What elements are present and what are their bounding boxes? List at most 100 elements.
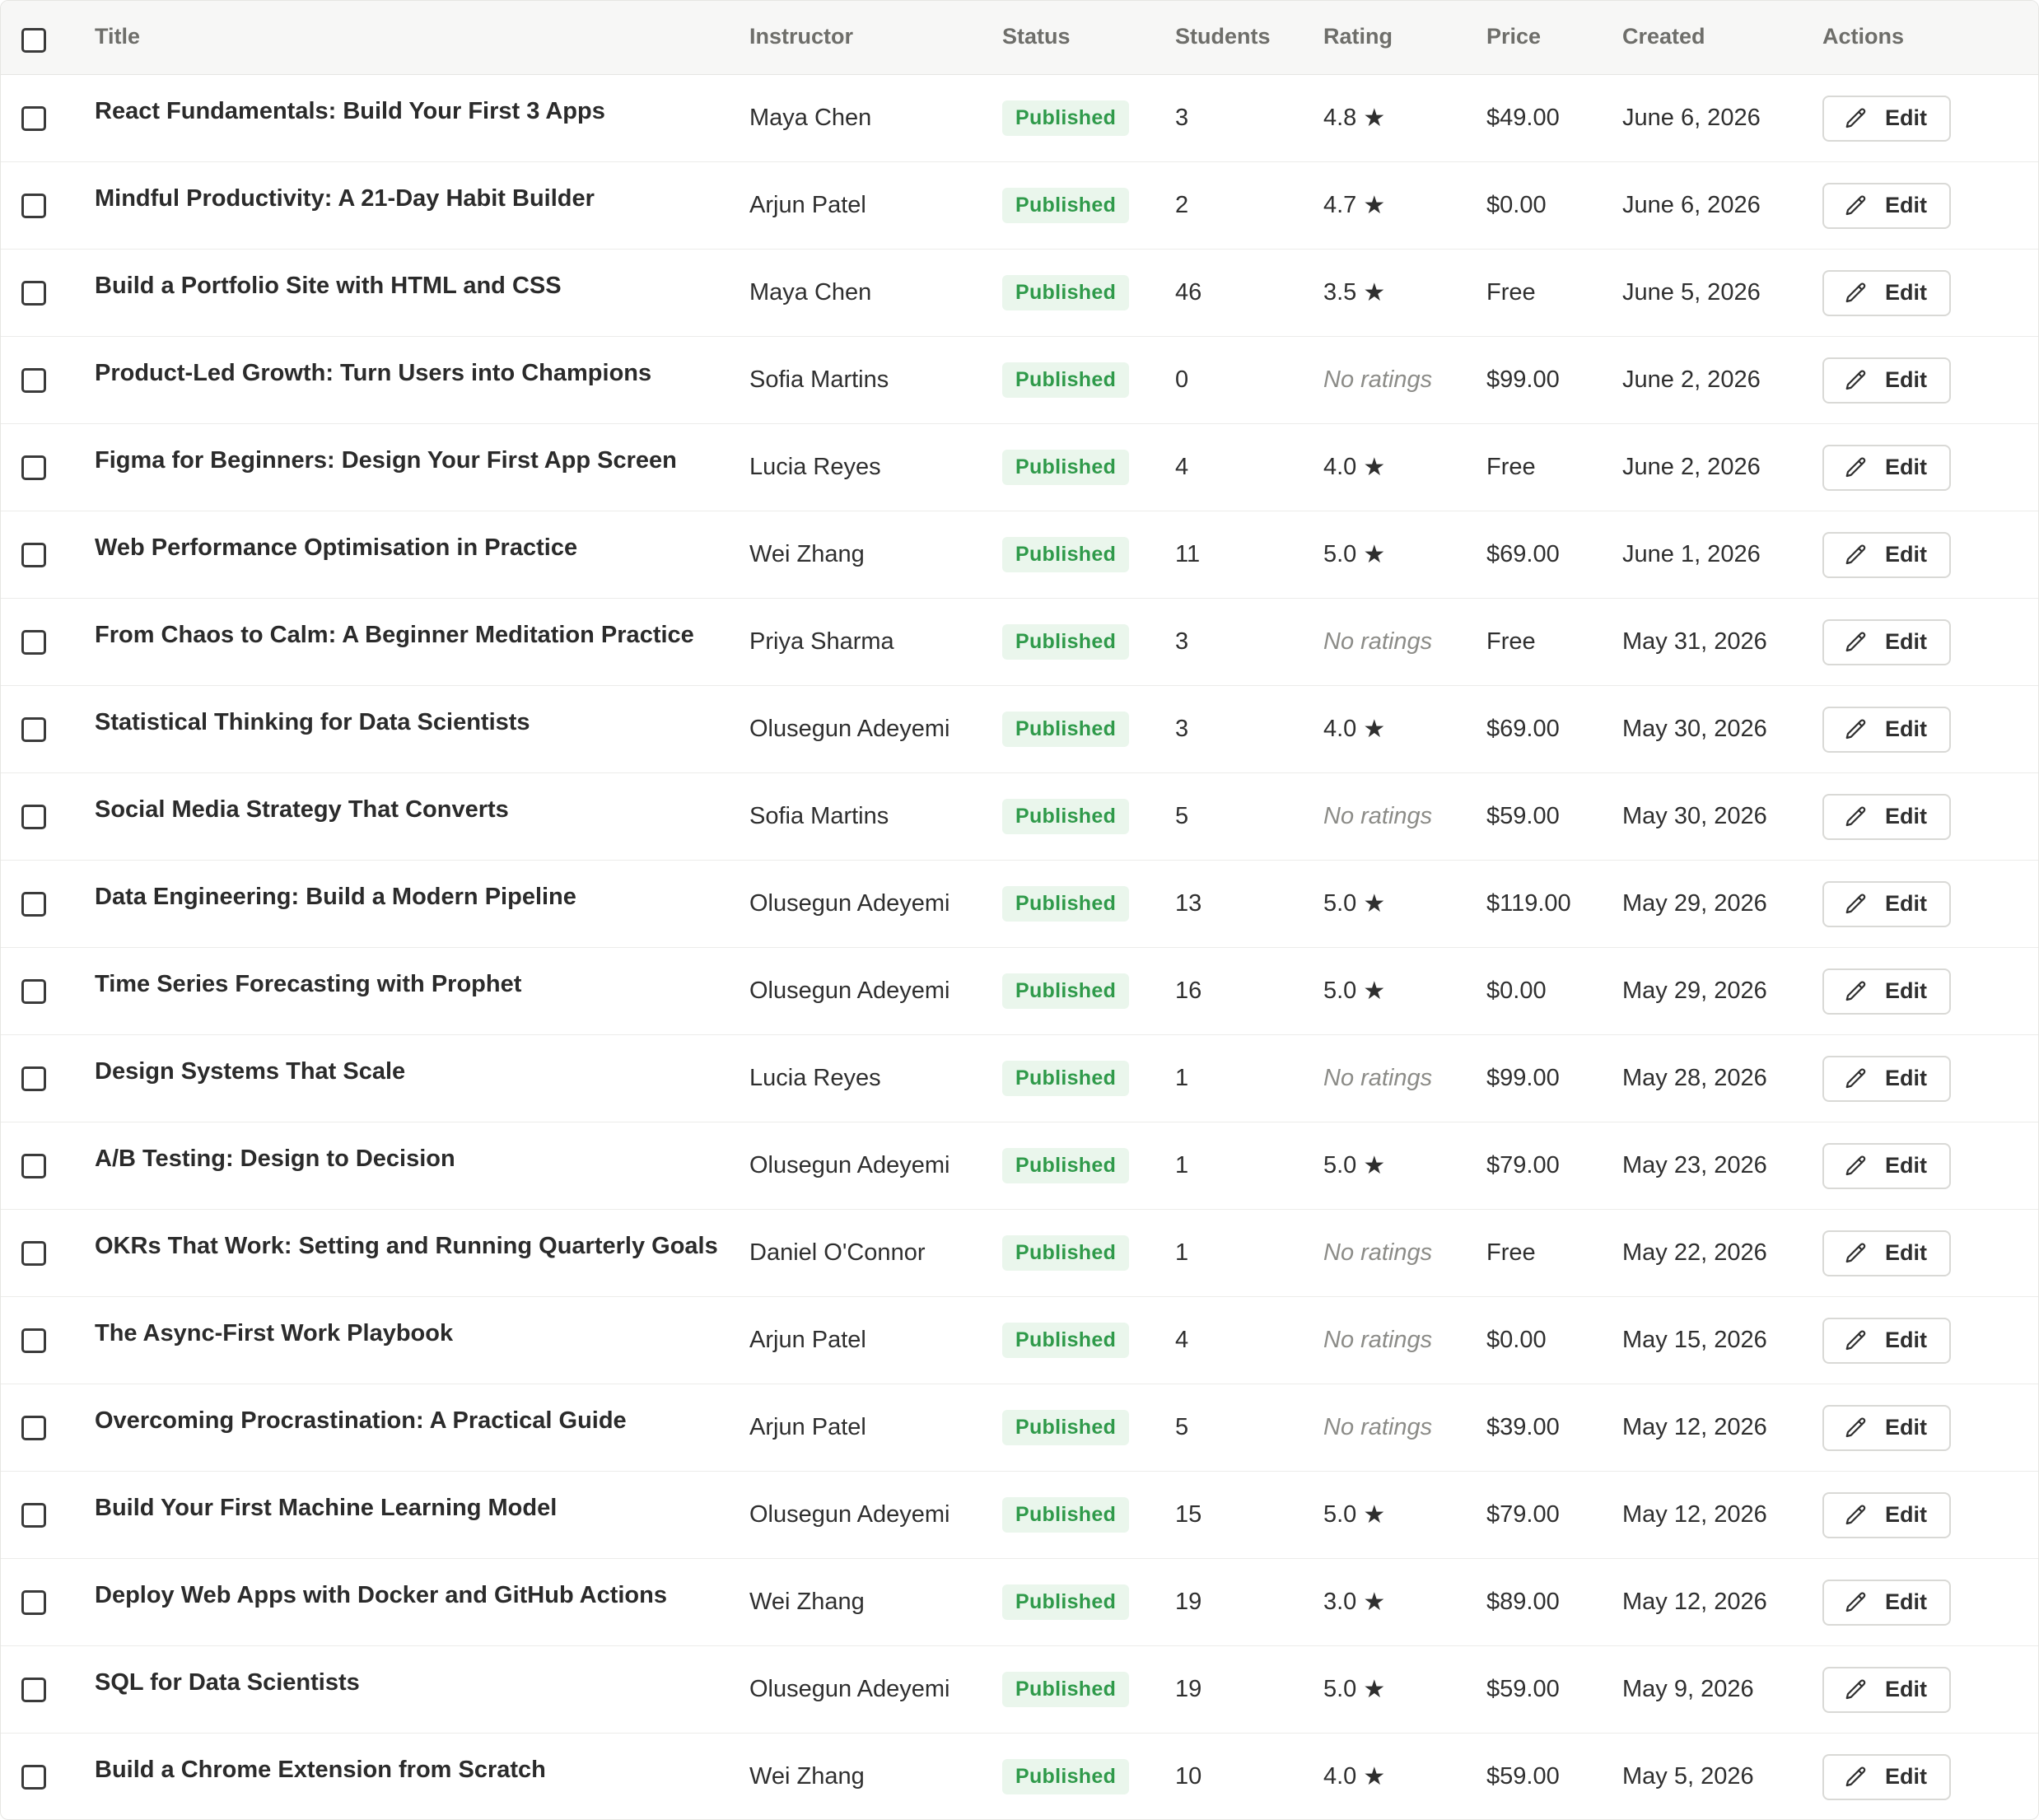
row-checkbox[interactable] xyxy=(21,629,46,655)
edit-button[interactable]: Edit xyxy=(1822,531,1951,578)
course-title[interactable]: From Chaos to Calm: A Beginner Meditatio… xyxy=(95,592,694,679)
status-cell: Published xyxy=(1002,1559,1130,1645)
edit-button[interactable]: Edit xyxy=(1822,1142,1951,1189)
star-icon: ★ xyxy=(1363,977,1386,1005)
rating-cell: 5.0 ★ xyxy=(1323,511,1385,598)
edit-button[interactable]: Edit xyxy=(1822,1055,1951,1102)
row-select-cell xyxy=(21,861,49,947)
rating-value: 5.0 xyxy=(1323,541,1357,567)
row-checkbox[interactable] xyxy=(21,1066,46,1091)
table-row: Mindful Productivity: A 21-Day Habit Bui… xyxy=(1,162,2038,250)
header-students[interactable]: Students xyxy=(1175,24,1271,49)
row-checkbox[interactable] xyxy=(21,280,46,306)
edit-button[interactable]: Edit xyxy=(1822,880,1951,927)
edit-button[interactable]: Edit xyxy=(1822,1753,1951,1800)
edit-button[interactable]: Edit xyxy=(1822,444,1951,491)
edit-button[interactable]: Edit xyxy=(1822,618,1951,665)
edit-button[interactable]: Edit xyxy=(1822,1230,1951,1276)
edit-button[interactable]: Edit xyxy=(1822,269,1951,316)
course-title[interactable]: The Async-First Work Playbook xyxy=(95,1290,453,1377)
course-title[interactable]: Product-Led Growth: Turn Users into Cham… xyxy=(95,330,651,417)
course-title[interactable]: Build a Portfolio Site with HTML and CSS xyxy=(95,243,562,329)
row-checkbox[interactable] xyxy=(21,1502,46,1528)
edit-button[interactable]: Edit xyxy=(1822,968,1951,1015)
row-checkbox[interactable] xyxy=(21,1415,46,1440)
rating-value-wrap: 5.0 ★ xyxy=(1323,890,1385,917)
row-checkbox[interactable] xyxy=(21,1764,46,1790)
course-title[interactable]: Deploy Web Apps with Docker and GitHub A… xyxy=(95,1552,667,1639)
header-rating[interactable]: Rating xyxy=(1323,24,1393,49)
row-checkbox[interactable] xyxy=(21,1677,46,1702)
edit-button[interactable]: Edit xyxy=(1822,1404,1951,1451)
course-title[interactable]: Web Performance Optimisation in Practice xyxy=(95,505,577,591)
course-title[interactable]: SQL for Data Scientists xyxy=(95,1640,360,1726)
no-ratings-text: No ratings xyxy=(1323,1065,1433,1091)
row-checkbox[interactable] xyxy=(21,367,46,393)
course-students: 4 xyxy=(1175,454,1189,480)
header-status[interactable]: Status xyxy=(1002,24,1071,49)
edit-button-label: Edit xyxy=(1885,978,1927,1003)
course-title[interactable]: Build a Chrome Extension from Scratch xyxy=(95,1727,546,1813)
table-row: Design Systems That Scale Lucia Reyes Pu… xyxy=(1,1035,2038,1122)
row-checkbox[interactable] xyxy=(21,193,46,218)
course-price: $0.00 xyxy=(1486,978,1547,1004)
edit-button[interactable]: Edit xyxy=(1822,1666,1951,1713)
course-title[interactable]: A/B Testing: Design to Decision xyxy=(95,1116,455,1202)
edit-button[interactable]: Edit xyxy=(1822,95,1951,142)
row-checkbox[interactable] xyxy=(21,891,46,917)
row-select-cell xyxy=(21,1734,49,1819)
header-title[interactable]: Title xyxy=(95,24,140,49)
select-all-checkbox[interactable] xyxy=(21,28,46,53)
edit-button[interactable]: Edit xyxy=(1822,706,1951,753)
row-checkbox[interactable] xyxy=(21,1589,46,1615)
row-checkbox[interactable] xyxy=(21,716,46,742)
rating-value-wrap: 3.0 ★ xyxy=(1323,1589,1385,1616)
status-cell: Published xyxy=(1002,1384,1130,1471)
row-checkbox[interactable] xyxy=(21,978,46,1004)
course-title[interactable]: Time Series Forecasting with Prophet xyxy=(95,941,521,1028)
header-created[interactable]: Created xyxy=(1622,24,1705,49)
course-created: June 2, 2026 xyxy=(1622,366,1761,393)
edit-button[interactable]: Edit xyxy=(1822,793,1951,840)
course-title[interactable]: Build Your First Machine Learning Model xyxy=(95,1465,557,1552)
row-checkbox[interactable] xyxy=(21,1328,46,1353)
course-instructor: Olusegun Adeyemi xyxy=(749,1501,950,1528)
row-checkbox[interactable] xyxy=(21,455,46,480)
rating-value: 5.0 xyxy=(1323,1501,1357,1528)
table-row: Build Your First Machine Learning Model … xyxy=(1,1472,2038,1559)
header-price[interactable]: Price xyxy=(1486,24,1541,49)
header-instructor[interactable]: Instructor xyxy=(749,24,853,49)
course-title[interactable]: Statistical Thinking for Data Scientists xyxy=(95,679,530,766)
row-checkbox[interactable] xyxy=(21,804,46,829)
status-badge: Published xyxy=(1002,1235,1130,1271)
row-select-cell xyxy=(21,1297,49,1384)
status-badge: Published xyxy=(1002,188,1130,223)
row-checkbox[interactable] xyxy=(21,1153,46,1178)
edit-button[interactable]: Edit xyxy=(1822,1491,1951,1538)
course-title[interactable]: Design Systems That Scale xyxy=(95,1029,405,1115)
edit-button[interactable]: Edit xyxy=(1822,182,1951,229)
status-badge: Published xyxy=(1002,1672,1130,1707)
edit-button[interactable]: Edit xyxy=(1822,1317,1951,1364)
course-title[interactable]: Social Media Strategy That Converts xyxy=(95,767,509,853)
row-checkbox[interactable] xyxy=(21,542,46,567)
pencil-icon xyxy=(1845,1329,1866,1350)
course-title[interactable]: Figma for Beginners: Design Your First A… xyxy=(95,418,677,504)
row-select-cell xyxy=(21,75,49,161)
course-title[interactable]: OKRs That Work: Setting and Running Quar… xyxy=(95,1203,718,1290)
row-select-cell xyxy=(21,686,49,772)
course-created: May 28, 2026 xyxy=(1622,1065,1767,1091)
course-title[interactable]: Mindful Productivity: A 21-Day Habit Bui… xyxy=(95,156,595,242)
course-title[interactable]: Data Engineering: Build a Modern Pipelin… xyxy=(95,854,576,940)
status-cell: Published xyxy=(1002,1297,1130,1384)
row-checkbox[interactable] xyxy=(21,1240,46,1266)
edit-button-label: Edit xyxy=(1885,1328,1927,1352)
course-instructor: Sofia Martins xyxy=(749,366,889,393)
no-ratings-text: No ratings xyxy=(1323,1239,1433,1266)
course-title[interactable]: Overcoming Procrastination: A Practical … xyxy=(95,1378,627,1464)
rating-value: 4.0 xyxy=(1323,716,1357,742)
edit-button[interactable]: Edit xyxy=(1822,357,1951,404)
row-checkbox[interactable] xyxy=(21,105,46,131)
edit-button[interactable]: Edit xyxy=(1822,1579,1951,1626)
course-title[interactable]: React Fundamentals: Build Your First 3 A… xyxy=(95,68,605,155)
